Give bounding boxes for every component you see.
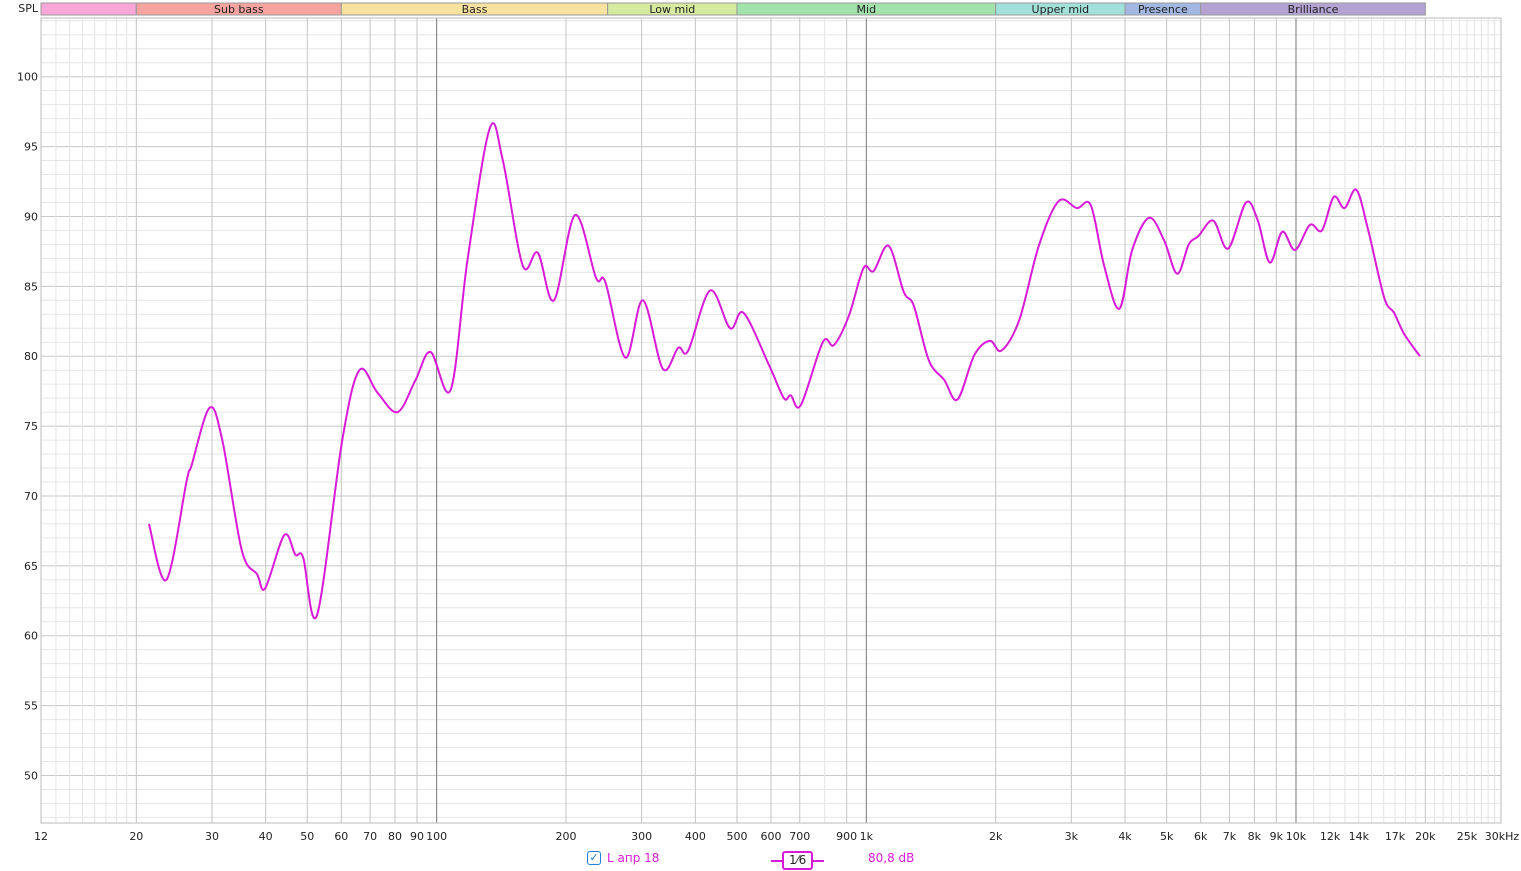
x-tick-label: 14k [1349, 830, 1370, 843]
x-tick-label: 17k [1385, 830, 1406, 843]
grid [40, 17, 1502, 824]
x-tick-label: 600 [761, 830, 782, 843]
x-tick-label: 1k [860, 830, 874, 843]
x-tick-label: 200 [555, 830, 576, 843]
y-tick-label: 60 [24, 630, 38, 643]
x-tick-label: 6k [1194, 830, 1208, 843]
x-tick-label: 80 [388, 830, 402, 843]
y-tick-label: 95 [24, 141, 38, 154]
frequency-response-chart[interactable]: Sub bass Bass Low mid Mid Upper mid Presence B… [0, 0, 1521, 871]
smoothing-value: 1⁄6 [782, 851, 814, 870]
y-tick-label: 50 [24, 769, 38, 782]
y-tick-label: 90 [24, 210, 38, 223]
band-infrasonic [40, 2, 137, 16]
band-label: Low mid [649, 3, 695, 16]
x-tick-label: 20k [1415, 830, 1436, 843]
x-tick-label: 400 [685, 830, 706, 843]
y-tick-label: 75 [24, 420, 38, 433]
x-tick-label: 9k [1270, 830, 1284, 843]
band-label: Bass [462, 3, 488, 16]
x-tick-label: 12 [34, 830, 48, 843]
x-tick-labels: 12 20 30 40 50 60 70 80 90 100 200 300 400 500 600 700 9… [34, 830, 1519, 843]
legend-series[interactable]: ✓ L апр 18 [587, 851, 659, 865]
x-tick-label: 30kHz [1485, 830, 1520, 843]
x-tick-label: 90 [410, 830, 424, 843]
band-bar: Sub bass Bass Low mid Mid Upper mid Presence B… [40, 2, 1426, 16]
y-tick-label: 85 [24, 280, 38, 293]
y-axis-label: SPL [18, 2, 39, 15]
y-tick-label: 70 [24, 490, 38, 503]
y-tick-label: 55 [24, 700, 38, 713]
x-tick-label: 40 [259, 830, 273, 843]
x-tick-label: 30 [205, 830, 219, 843]
smoothing-indicator[interactable]: 1⁄6 [771, 851, 825, 870]
x-tick-label: 900 [836, 830, 857, 843]
x-tick-label: 2k [989, 830, 1003, 843]
x-tick-label: 70 [363, 830, 377, 843]
x-tick-label: 4k [1118, 830, 1132, 843]
x-tick-label: 5k [1160, 830, 1174, 843]
band-label: Presence [1138, 3, 1188, 16]
y-tick-label: 65 [24, 560, 38, 573]
y-tick-label: 80 [24, 350, 38, 363]
x-tick-label: 3k [1065, 830, 1079, 843]
x-tick-label: 20 [129, 830, 143, 843]
band-label: Brilliance [1288, 3, 1339, 16]
band-label: Mid [857, 3, 877, 16]
x-tick-label: 8k [1248, 830, 1262, 843]
x-tick-label: 12k [1320, 830, 1341, 843]
x-tick-label: 500 [726, 830, 747, 843]
x-tick-label: 700 [789, 830, 810, 843]
series-checkbox[interactable]: ✓ [587, 851, 601, 865]
x-tick-label: 7k [1223, 830, 1237, 843]
y-tick-label: 100 [17, 71, 38, 84]
y-tick-labels: 50 55 60 65 70 75 80 85 90 95 100 [17, 71, 38, 783]
readout-value: 80,8 dB [868, 851, 915, 865]
x-tick-label: 100 [426, 830, 447, 843]
x-tick-label: 60 [334, 830, 348, 843]
band-label: Sub bass [214, 3, 264, 16]
legend-series-label: L апр 18 [607, 851, 660, 865]
x-tick-label: 25k [1457, 830, 1478, 843]
x-tick-label: 50 [300, 830, 314, 843]
x-tick-label: 10k [1286, 830, 1307, 843]
x-tick-label: 300 [631, 830, 652, 843]
band-label: Upper mid [1032, 3, 1090, 16]
